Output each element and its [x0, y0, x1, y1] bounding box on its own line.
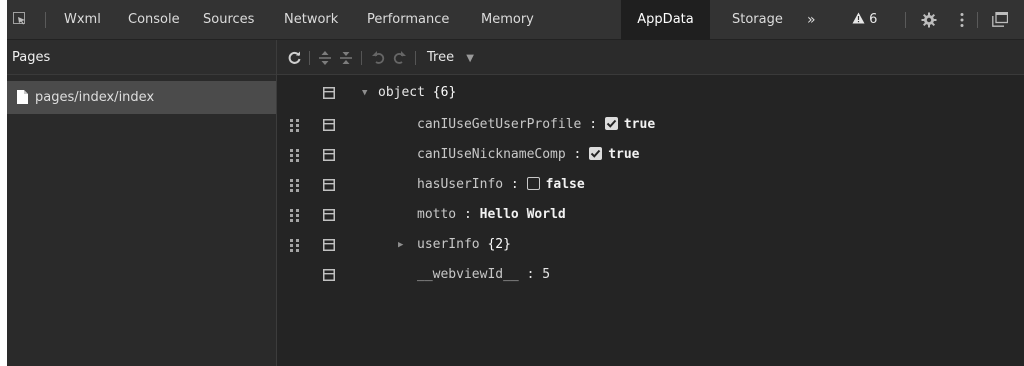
- dropdown-icon: ▼: [466, 53, 474, 64]
- toolbar-separator: [415, 51, 416, 65]
- row-value: true: [608, 147, 640, 162]
- devtools-window: Wxml Console Sources Network Performance…: [7, 0, 1024, 366]
- row-value[interactable]: 5: [542, 267, 550, 282]
- checkbox[interactable]: [604, 117, 618, 130]
- toolbar-separator: [309, 51, 310, 65]
- inspect-icon[interactable]: [13, 12, 26, 25]
- warning-indicator[interactable]: 6: [852, 0, 877, 40]
- drag-handle-icon[interactable]: [289, 118, 301, 132]
- drag-handle-icon[interactable]: [289, 238, 301, 252]
- expand-all-icon[interactable]: [319, 51, 331, 65]
- gear-icon[interactable]: [921, 12, 937, 28]
- expand-arrow-icon[interactable]: ▼: [362, 78, 367, 108]
- appdata-panel: Tree ▼ ▼ object {6} canIUseGetUserProfil…: [277, 40, 1024, 366]
- appdata-toolbar: Tree ▼: [277, 40, 1024, 75]
- collapse-toggle-icon[interactable]: [323, 179, 335, 191]
- row-key: hasUserInfo: [417, 177, 504, 192]
- tab-storage[interactable]: Storage: [732, 0, 783, 40]
- tree-row[interactable]: hasUserInfo : false: [277, 170, 1024, 200]
- collapse-toggle-icon[interactable]: [323, 119, 335, 131]
- tab-network[interactable]: Network: [284, 0, 338, 40]
- tab-console[interactable]: Console: [128, 0, 180, 40]
- row-value: {2}: [487, 237, 511, 252]
- more-vert-icon[interactable]: [960, 12, 964, 28]
- tree-row[interactable]: motto : Hello World: [277, 200, 1024, 230]
- checkmark-icon: [606, 119, 617, 128]
- row-key: motto: [417, 207, 457, 222]
- redo-icon[interactable]: [393, 51, 406, 64]
- drag-handle-icon[interactable]: [289, 208, 301, 222]
- collapse-all-icon[interactable]: [340, 51, 352, 65]
- expand-arrow-icon[interactable]: ▶: [398, 230, 403, 260]
- more-tabs-button[interactable]: »: [807, 0, 816, 40]
- tree-row[interactable]: ▶ userInfo {2}: [277, 230, 1024, 260]
- drag-handle-icon[interactable]: [289, 178, 301, 192]
- warning-count: 6: [869, 12, 878, 27]
- tab-bar: Wxml Console Sources Network Performance…: [7, 0, 1024, 40]
- collapse-toggle-icon[interactable]: [323, 87, 335, 99]
- warning-icon: [852, 12, 865, 24]
- view-mode-select[interactable]: Tree ▼: [427, 40, 474, 75]
- checkbox[interactable]: [526, 177, 540, 190]
- tree-row[interactable]: __webviewId__ : 5: [277, 260, 1024, 290]
- tab-performance[interactable]: Performance: [367, 0, 449, 40]
- tab-wxml[interactable]: Wxml: [64, 0, 101, 40]
- tab-sources[interactable]: Sources: [203, 0, 254, 40]
- root-count: {6}: [432, 85, 457, 100]
- page-item-index[interactable]: pages/index/index: [7, 81, 276, 114]
- collapse-toggle-icon[interactable]: [323, 239, 335, 251]
- checkmark-icon: [590, 149, 601, 158]
- pages-panel: Pages pages/index/index: [7, 40, 277, 366]
- toolbar-separator: [361, 51, 362, 65]
- root-key: object: [378, 85, 425, 100]
- row-value: false: [545, 177, 585, 192]
- row-key: canIUseNicknameComp: [417, 147, 566, 162]
- row-value[interactable]: Hello World: [480, 207, 566, 222]
- row-key: canIUseGetUserProfile: [417, 117, 582, 132]
- checkbox[interactable]: [589, 147, 603, 160]
- tab-separator: [45, 12, 46, 28]
- refresh-icon[interactable]: [288, 51, 301, 64]
- view-mode-label: Tree: [427, 50, 455, 65]
- row-value: true: [623, 117, 656, 132]
- tab-memory[interactable]: Memory: [481, 0, 534, 40]
- document-icon: [17, 90, 28, 104]
- tree-row-root[interactable]: ▼ object {6}: [277, 78, 1024, 108]
- undo-icon[interactable]: [372, 51, 385, 64]
- collapse-toggle-icon[interactable]: [323, 269, 335, 281]
- pages-header: Pages: [7, 40, 276, 75]
- tab-separator: [977, 12, 978, 28]
- tab-separator: [905, 12, 906, 28]
- collapse-toggle-icon[interactable]: [323, 149, 335, 161]
- collapse-toggle-icon[interactable]: [323, 209, 335, 221]
- page-item-label: pages/index/index: [35, 90, 155, 105]
- tree-row[interactable]: canIUseGetUserProfile : true: [277, 110, 1024, 140]
- drag-handle-icon[interactable]: [289, 148, 301, 162]
- row-key: userInfo: [417, 237, 480, 252]
- tab-appdata[interactable]: AppData: [621, 0, 710, 40]
- row-key: __webviewId__: [417, 267, 519, 282]
- tree-row[interactable]: canIUseNicknameComp : true: [277, 140, 1024, 170]
- dock-icon[interactable]: [992, 12, 1008, 27]
